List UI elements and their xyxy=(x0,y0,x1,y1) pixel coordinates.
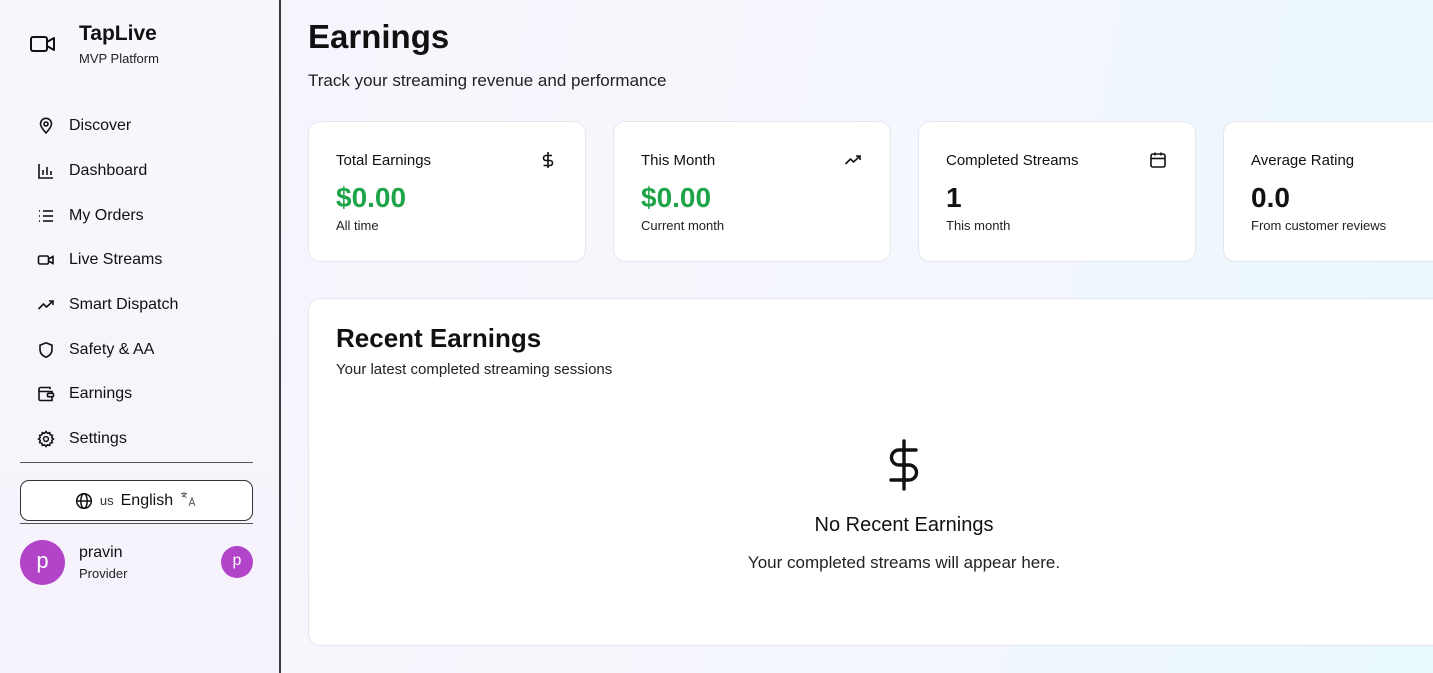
stat-card-completed-streams: Completed Streams 1 This month xyxy=(918,121,1196,262)
translate-icon xyxy=(180,491,198,510)
dollar-icon xyxy=(309,439,1433,500)
avatar-small[interactable]: p xyxy=(221,546,253,578)
sidebar-item-label: Settings xyxy=(69,430,127,448)
card-title: This Month xyxy=(641,152,716,169)
sidebar-divider xyxy=(20,462,253,463)
empty-state: No Recent Earnings Your completed stream… xyxy=(309,439,1433,573)
card-value: $0.00 xyxy=(641,182,712,213)
empty-state-title: No Recent Earnings xyxy=(814,514,994,536)
stat-card-this-month: This Month $0.00 Current month xyxy=(613,121,891,262)
section-subtitle: Your latest completed streaming sessions xyxy=(336,361,613,378)
language-country-code: us xyxy=(99,493,114,508)
section-title: Recent Earnings xyxy=(336,323,542,353)
video-camera-icon xyxy=(30,35,56,53)
card-title: Average Rating xyxy=(1251,152,1355,169)
sidebar-item-label: Earnings xyxy=(69,385,133,403)
brand-subtitle: MVP Platform xyxy=(79,51,159,66)
sidebar-item-live-streams[interactable]: Live Streams xyxy=(20,238,253,283)
sidebar-item-dashboard[interactable]: Dashboard xyxy=(20,149,253,194)
language-selector[interactable]: us English xyxy=(20,480,253,521)
card-note: All time xyxy=(336,218,379,233)
sidebar-item-label: Live Streams xyxy=(69,251,163,269)
gear-icon xyxy=(37,430,55,448)
sidebar-divider xyxy=(20,523,253,524)
page-title: Earnings xyxy=(308,18,450,55)
dollar-icon xyxy=(539,151,557,169)
sidebar-item-label: Discover xyxy=(69,117,132,135)
wallet-icon xyxy=(37,385,55,403)
card-title: Completed Streams xyxy=(946,152,1079,169)
sidebar-item-label: My Orders xyxy=(69,206,144,224)
globe-icon xyxy=(75,492,93,510)
sidebar-item-label: Dashboard xyxy=(69,162,148,180)
avatar[interactable]: p xyxy=(20,540,65,585)
card-title: Total Earnings xyxy=(336,152,432,169)
empty-state-text: Your completed streams will appear here. xyxy=(747,553,1061,572)
bar-chart-icon xyxy=(37,162,55,180)
sidebar-item-settings[interactable]: Settings xyxy=(20,417,253,462)
list-icon xyxy=(37,207,55,225)
card-value: 1 xyxy=(946,182,962,213)
recent-earnings-panel: Recent Earnings Your latest completed st… xyxy=(308,298,1433,646)
brand-title: TapLive xyxy=(79,22,157,45)
shield-icon xyxy=(37,341,55,359)
sidebar-item-earnings[interactable]: Earnings xyxy=(20,372,253,417)
sidebar-item-my-orders[interactable]: My Orders xyxy=(20,193,253,238)
video-icon xyxy=(37,251,55,269)
language-label: English xyxy=(120,491,174,509)
user-profile[interactable]: p pravin Provider p xyxy=(20,540,253,586)
sidebar-item-discover[interactable]: Discover xyxy=(20,104,253,149)
trending-up-icon xyxy=(844,151,862,169)
map-pin-icon xyxy=(37,117,55,135)
sidebar: TapLive MVP Platform Discover Dashboard … xyxy=(0,0,281,673)
sidebar-nav: Discover Dashboard My Orders Live Stream… xyxy=(20,104,253,462)
sidebar-item-label: Safety & AA xyxy=(69,340,155,358)
sidebar-item-smart-dispatch[interactable]: Smart Dispatch xyxy=(20,283,253,328)
main-content: Earnings Track your streaming revenue an… xyxy=(308,0,1433,673)
trending-up-icon xyxy=(37,296,55,314)
stat-card-average-rating: Average Rating 0.0 From customer reviews xyxy=(1223,121,1433,262)
card-note: From customer reviews xyxy=(1251,218,1387,233)
stat-card-total-earnings: Total Earnings $0.00 All time xyxy=(308,121,586,262)
card-value: 0.0 xyxy=(1251,182,1290,213)
card-value: $0.00 xyxy=(336,182,407,213)
calendar-icon xyxy=(1149,151,1167,169)
sidebar-item-safety[interactable]: Safety & AA xyxy=(20,327,253,372)
user-role: Provider xyxy=(79,566,128,581)
card-note: Current month xyxy=(641,218,725,233)
card-note: This month xyxy=(946,218,1011,233)
user-name: pravin xyxy=(79,544,123,561)
page-subtitle: Track your streaming revenue and perform… xyxy=(308,71,667,90)
sidebar-item-label: Smart Dispatch xyxy=(69,296,179,314)
